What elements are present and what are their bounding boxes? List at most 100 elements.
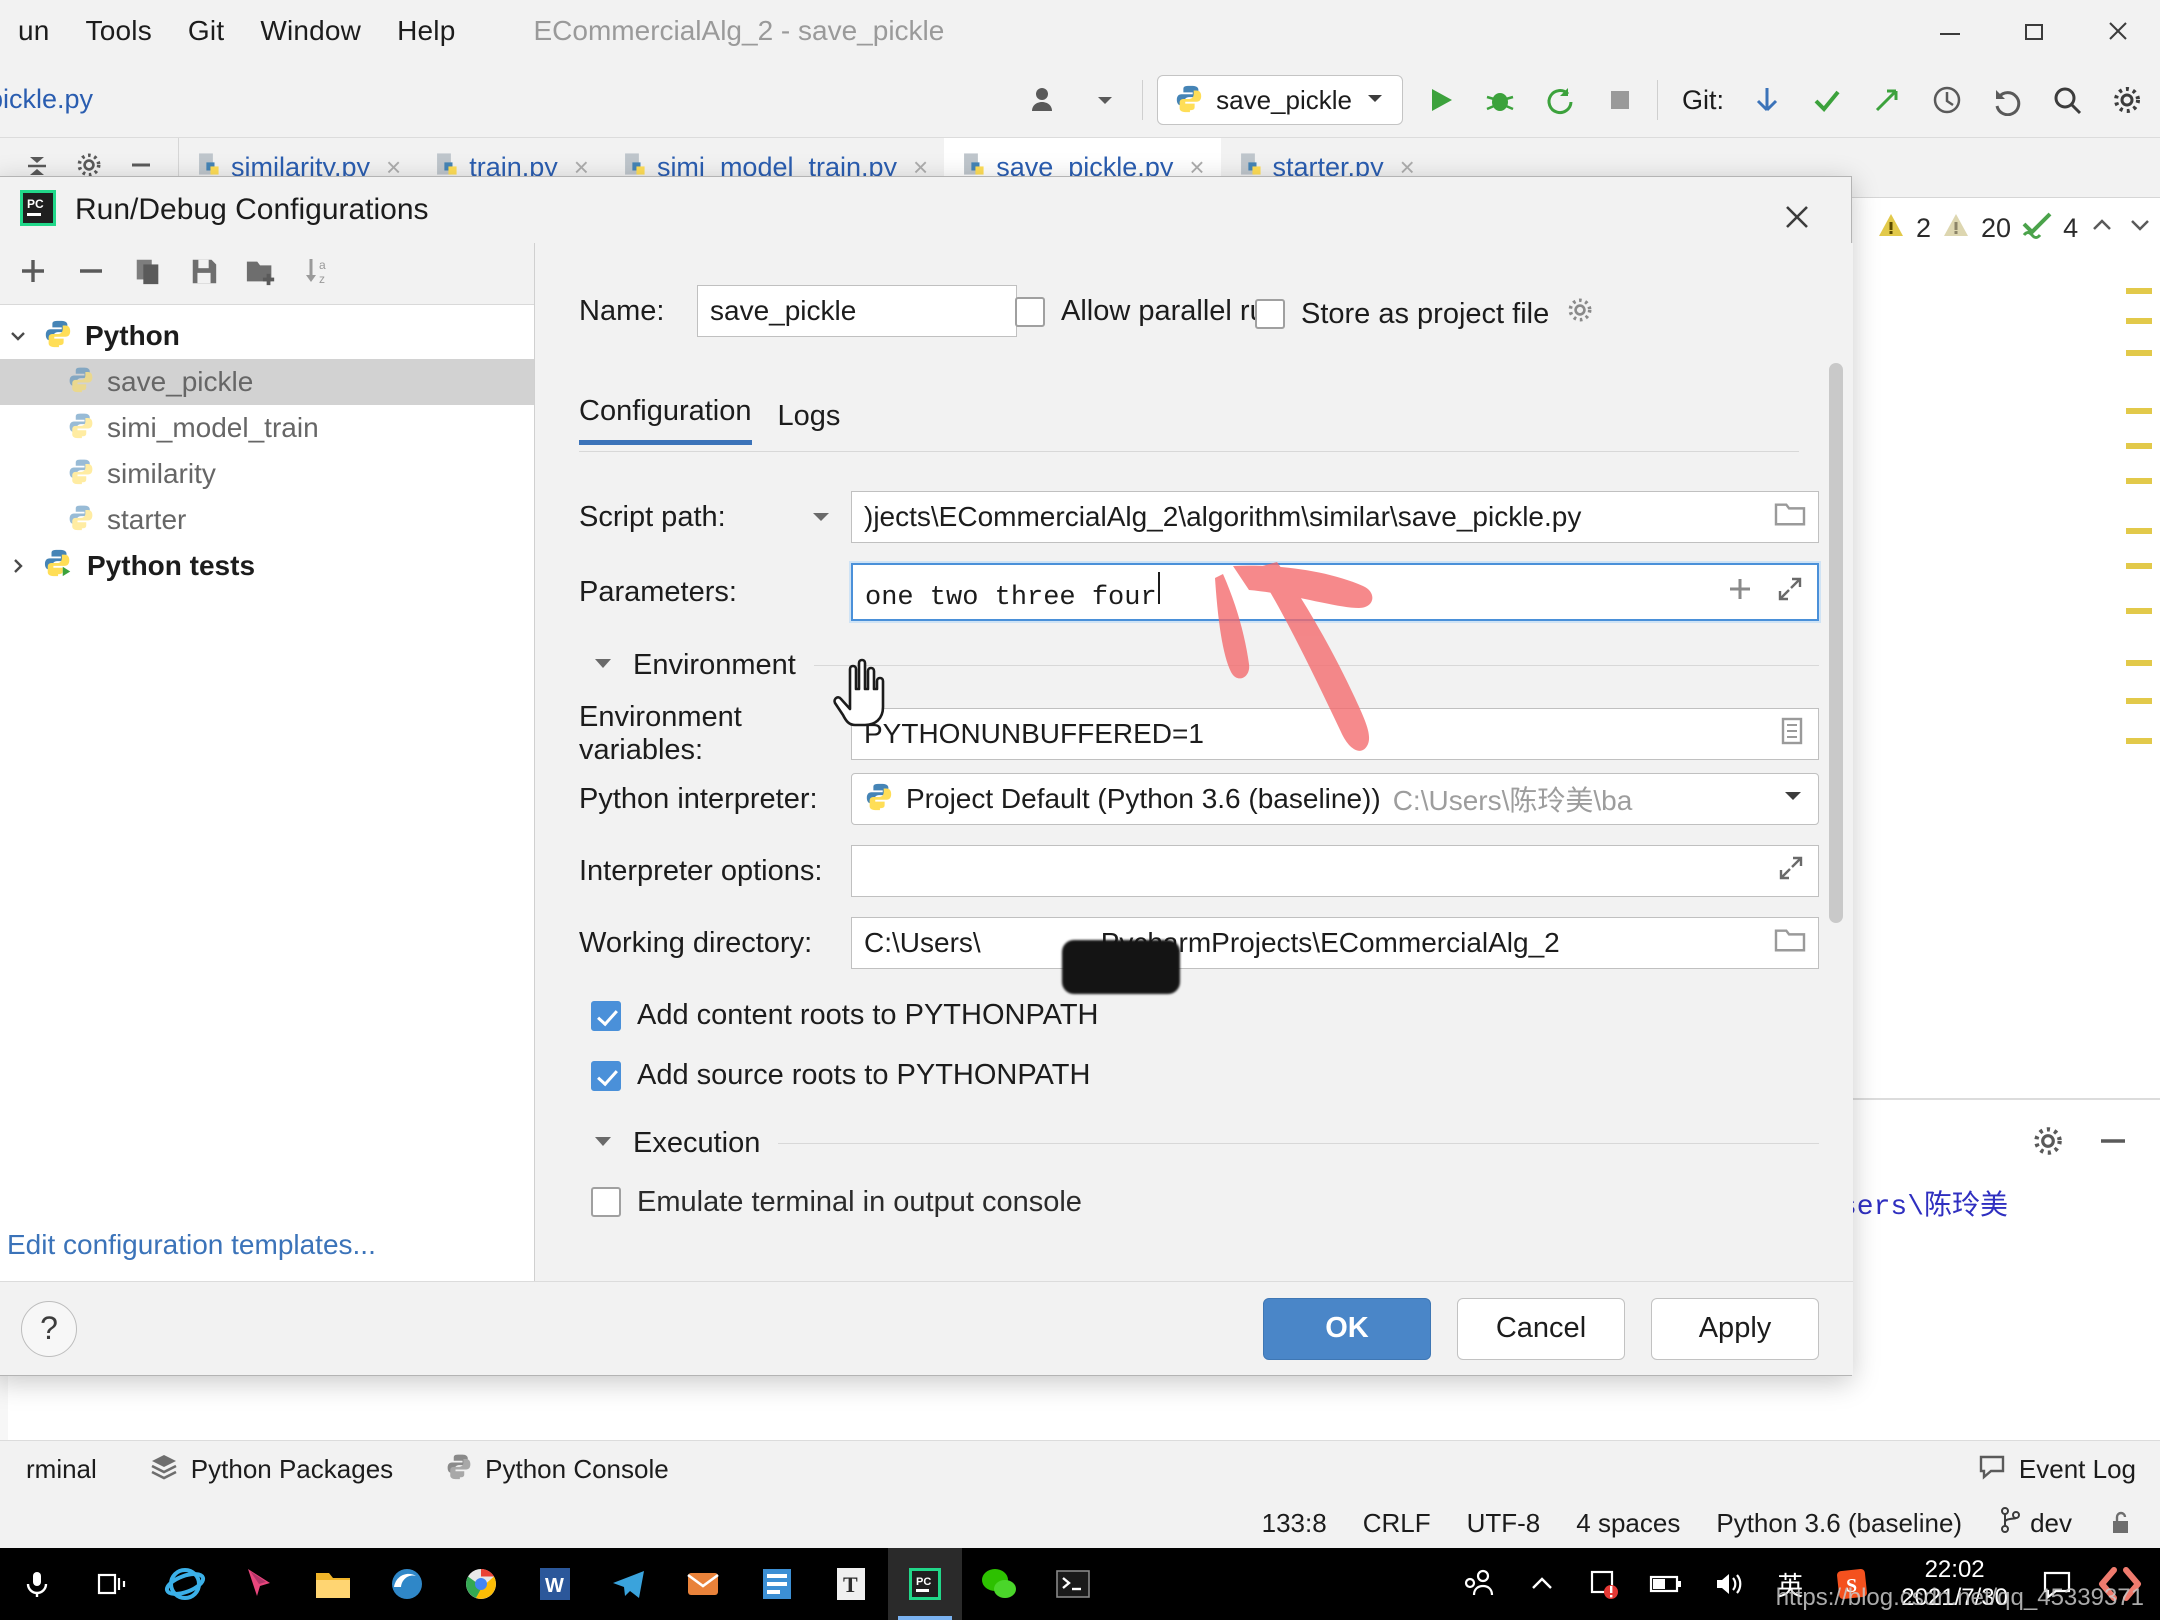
interpreter-status[interactable]: Python 3.6 (baseline) [1716, 1508, 1962, 1539]
cancel-button[interactable]: Cancel [1457, 1298, 1625, 1360]
apply-button[interactable]: Apply [1651, 1298, 1819, 1360]
debug-icon[interactable] [1477, 77, 1523, 123]
commit-icon[interactable] [1804, 77, 1850, 123]
add-content-roots-checkbox[interactable] [591, 1001, 621, 1031]
tree-node-starter[interactable]: starter [0, 497, 534, 543]
taskbar-app-internet-explorer[interactable] [148, 1548, 222, 1620]
security-warning-icon[interactable] [1577, 1548, 1631, 1620]
new-folder-icon[interactable] [245, 256, 277, 291]
collapse-triangle-icon[interactable] [591, 1129, 615, 1158]
environment-variables-input[interactable]: PYTHONUNBUFFERED=1 [851, 708, 1819, 760]
chevron-up-icon[interactable] [2088, 211, 2116, 246]
file-encoding[interactable]: UTF-8 [1467, 1508, 1541, 1539]
chevron-down-icon[interactable] [791, 504, 851, 530]
rerun-icon[interactable] [1537, 77, 1583, 123]
ok-button[interactable]: OK [1263, 1298, 1431, 1360]
chevron-down-icon[interactable] [1082, 77, 1128, 123]
store-as-project-file-checkbox[interactable] [1255, 299, 1285, 329]
emulate-terminal-row[interactable]: Emulate terminal in output console [591, 1187, 1082, 1217]
browse-folder-icon[interactable] [1774, 500, 1806, 535]
menu-window[interactable]: Window [242, 15, 379, 47]
parameters-input[interactable]: one two three four [851, 563, 1819, 621]
taskbar-app-text-editor[interactable]: T [814, 1548, 888, 1620]
interpreter-options-input[interactable] [851, 845, 1819, 897]
gear-icon[interactable] [1565, 295, 1595, 333]
add-macro-icon[interactable] [1725, 574, 1755, 611]
taskbar-app-telegram[interactable] [592, 1548, 666, 1620]
environment-section-header[interactable]: Environment [591, 649, 1819, 682]
tree-node-python-tests[interactable]: Python tests [0, 543, 534, 589]
tree-node-similarity[interactable]: similarity [0, 451, 534, 497]
copy-icon[interactable] [133, 256, 163, 291]
taskbar-app-edge[interactable] [370, 1548, 444, 1620]
chevron-down-icon[interactable] [2126, 211, 2154, 246]
taskbar-app-command-prompt[interactable] [1036, 1548, 1110, 1620]
event-log-button[interactable]: Event Log [1977, 1451, 2136, 1488]
add-source-roots-row[interactable]: Add source roots to PYTHONPATH [591, 1059, 1090, 1092]
tool-window-terminal[interactable]: rminal [0, 1454, 123, 1485]
menu-git[interactable]: Git [170, 15, 242, 47]
working-directory-input[interactable]: C:\Users\PycharmProjects\ECommercialAlg_… [851, 917, 1819, 969]
name-input[interactable]: save_pickle [697, 285, 1017, 337]
taskbar-app-cursor-tool[interactable] [222, 1548, 296, 1620]
battery-icon[interactable] [1639, 1548, 1693, 1620]
tab-configuration[interactable]: Configuration [579, 395, 752, 445]
help-button[interactable]: ? [21, 1301, 77, 1357]
remove-icon[interactable] [75, 255, 107, 292]
python-interpreter-select[interactable]: Project Default (Python 3.6 (baseline)) … [851, 773, 1819, 825]
add-icon[interactable] [17, 255, 49, 292]
taskbar-app-mail[interactable] [666, 1548, 740, 1620]
tab-logs[interactable]: Logs [778, 400, 841, 445]
run-configuration-selector[interactable]: save_pickle [1157, 75, 1403, 125]
taskbar-app-pycharm[interactable]: PC [888, 1548, 962, 1620]
collapse-triangle-icon[interactable] [591, 651, 615, 680]
lock-icon[interactable] [2108, 1509, 2134, 1537]
execution-section-header[interactable]: Execution [591, 1127, 1819, 1160]
inspection-summary[interactable]: 2 20 4 [1860, 198, 2160, 259]
maximize-icon[interactable] [1992, 0, 2076, 62]
allow-parallel-run-row[interactable]: Allow parallel run [1015, 295, 1282, 328]
stop-icon[interactable] [1597, 77, 1643, 123]
emulate-terminal-checkbox[interactable] [591, 1187, 621, 1217]
hide-icon[interactable] [2095, 1123, 2131, 1164]
minimize-icon[interactable] [1908, 0, 1992, 62]
run-icon[interactable] [1417, 77, 1463, 123]
chevron-down-icon[interactable] [1780, 783, 1806, 816]
add-content-roots-row[interactable]: Add content roots to PYTHONPATH [591, 999, 1099, 1032]
tool-window-python-console[interactable]: Python Console [419, 1452, 695, 1487]
taskbar-app-word[interactable]: W [518, 1548, 592, 1620]
volume-icon[interactable] [1701, 1548, 1755, 1620]
rollback-icon[interactable] [1984, 77, 2030, 123]
sort-alphabetically-icon[interactable]: az [303, 255, 333, 292]
close-icon[interactable] [2076, 0, 2160, 62]
menu-run[interactable]: un [0, 15, 68, 47]
expand-editor-icon[interactable] [1775, 574, 1805, 611]
store-as-project-file-row[interactable]: Store as project file [1255, 295, 1595, 333]
form-scrollbar[interactable] [1829, 363, 1843, 923]
taskbar-app-file-explorer[interactable] [296, 1548, 370, 1620]
git-branch[interactable]: dev [1998, 1506, 2072, 1541]
script-path-input[interactable]: )jects\ECommercialAlg_2\algorithm\simila… [851, 491, 1819, 543]
chevron-right-icon[interactable] [5, 555, 31, 577]
line-separator[interactable]: CRLF [1363, 1508, 1431, 1539]
indent-setting[interactable]: 4 spaces [1576, 1508, 1680, 1539]
expand-editor-icon[interactable] [1776, 853, 1806, 890]
update-project-icon[interactable] [1744, 77, 1790, 123]
tool-window-python-packages[interactable]: Python Packages [123, 1451, 419, 1488]
add-source-roots-checkbox[interactable] [591, 1061, 621, 1091]
settings-icon[interactable] [2104, 77, 2150, 123]
show-hidden-icons-icon[interactable] [1515, 1548, 1569, 1620]
task-view-icon[interactable] [74, 1548, 148, 1620]
caret-position[interactable]: 133:8 [1262, 1508, 1327, 1539]
breadcrumb[interactable]: pickle.py [0, 84, 93, 115]
taskbar-app-chrome[interactable] [444, 1548, 518, 1620]
tree-node-save-pickle[interactable]: save_pickle [0, 359, 534, 405]
browse-folder-icon[interactable] [1774, 926, 1806, 961]
history-icon[interactable] [1924, 77, 1970, 123]
push-icon[interactable] [1864, 77, 1910, 123]
tree-node-python[interactable]: Python [0, 313, 534, 359]
taskbar-app-wechat[interactable] [962, 1548, 1036, 1620]
tree-node-simi-model-train[interactable]: simi_model_train [0, 405, 534, 451]
close-icon[interactable] [1771, 191, 1823, 243]
gear-icon[interactable] [2030, 1123, 2066, 1164]
